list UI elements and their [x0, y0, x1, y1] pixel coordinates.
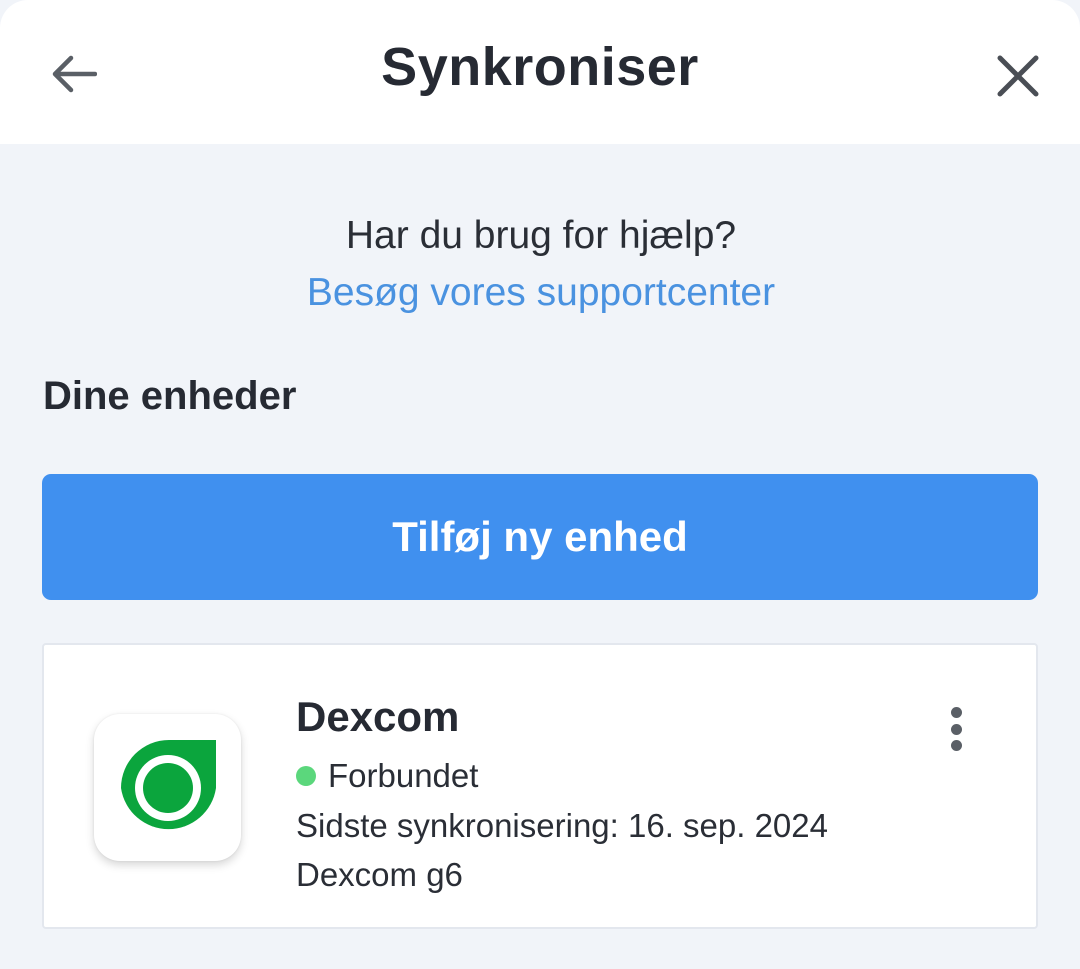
- support-center-link[interactable]: Besøg vores supportcenter: [0, 271, 1080, 315]
- device-model: Dexcom g6: [296, 856, 463, 893]
- dexcom-logo-icon: [121, 740, 216, 830]
- add-device-button[interactable]: Tilføj ny enhed: [42, 474, 1038, 600]
- close-icon: [997, 55, 1039, 97]
- device-name: Dexcom: [296, 693, 460, 740]
- more-vertical-icon-dot: [950, 740, 962, 751]
- close-button[interactable]: [982, 40, 1054, 112]
- more-vertical-icon-dot: [950, 723, 962, 735]
- header-bar: Synkroniser: [0, 0, 1080, 144]
- status-text: Forbundet: [328, 757, 479, 794]
- page-title: Synkroniser: [381, 37, 699, 97]
- sync-screen: Synkroniser Har du brug for hjælp? Besøg…: [0, 0, 1080, 969]
- more-vertical-icon: [950, 707, 962, 718]
- dexcom-logo: [94, 714, 241, 861]
- help-question: Har du brug for hjælp?: [345, 214, 737, 257]
- device-menu-button[interactable]: [932, 703, 980, 755]
- device-card[interactable]: Dexcom Forbundet Sidste synkronisering: …: [42, 643, 1038, 929]
- connection-status: Forbundet: [296, 757, 478, 795]
- section-title-devices: Dine enheder: [43, 374, 297, 418]
- last-sync-text: Sidste synkronisering: 16. sep. 2024: [296, 807, 828, 844]
- status-dot-icon: [296, 766, 316, 786]
